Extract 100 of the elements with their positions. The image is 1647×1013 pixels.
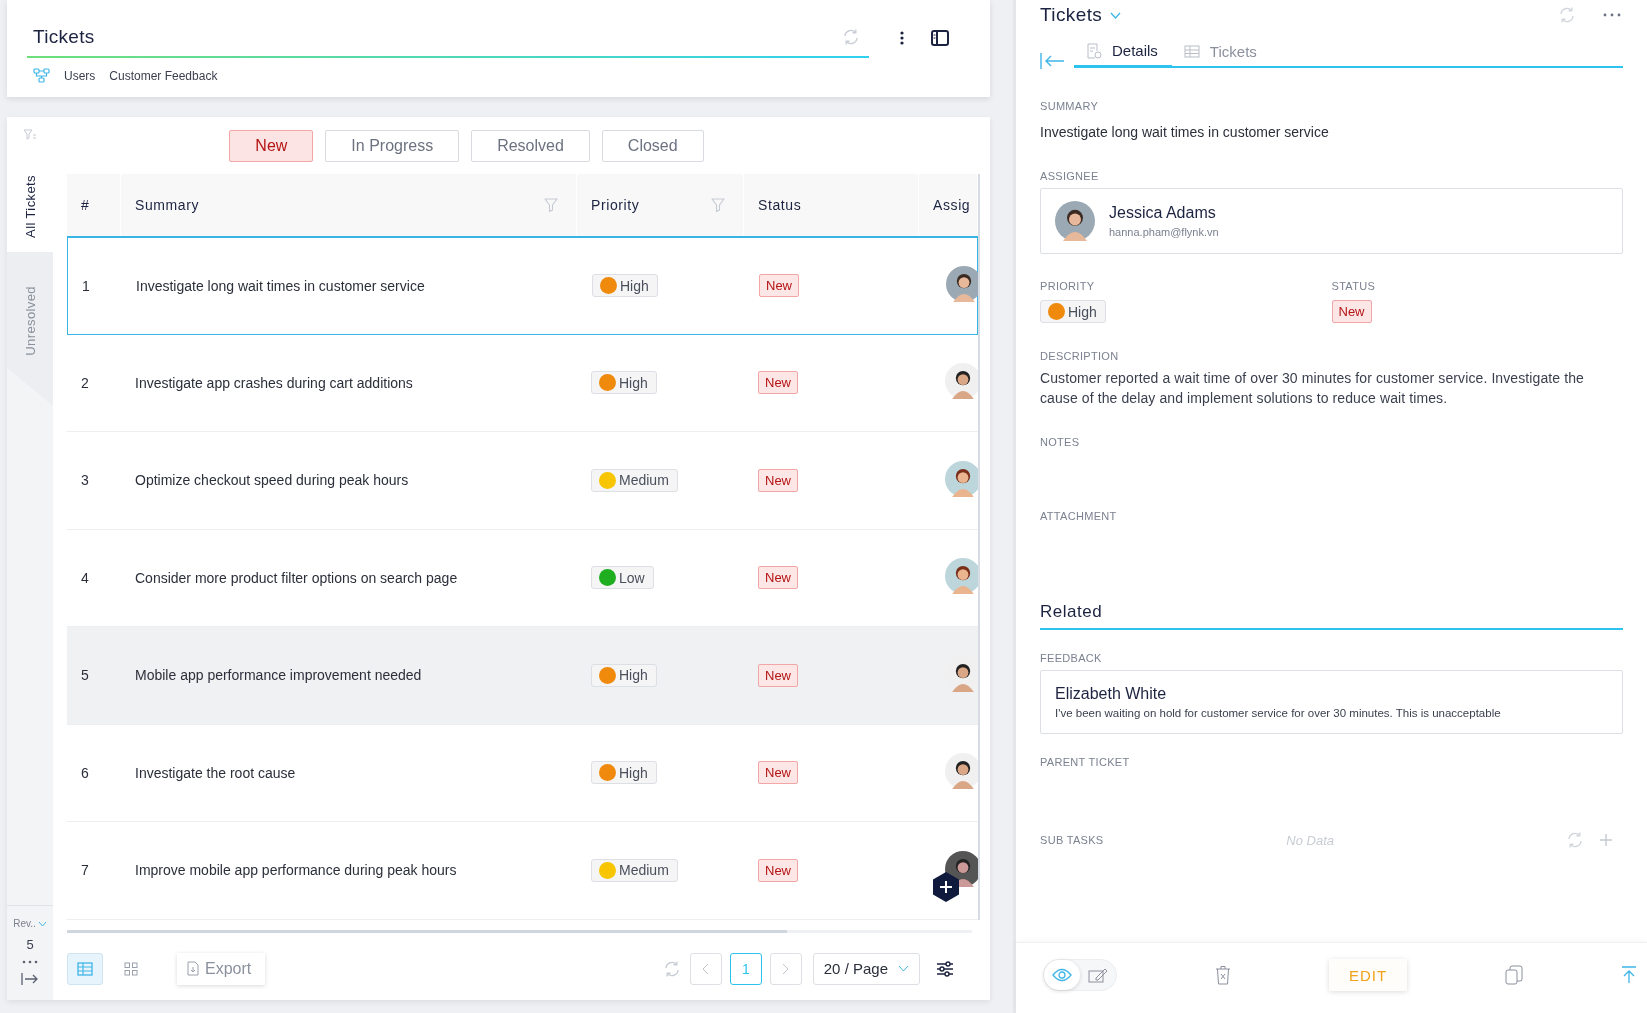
more-icon[interactable] — [899, 30, 905, 46]
description-text: Customer reported a wait time of over 30 minutes for customer service. Investigate the cause of the delay and implement solutions to reduce wait times. — [1040, 369, 1585, 408]
field-label: ASSIGNEE — [1040, 170, 1100, 182]
page-title: Tickets — [33, 26, 95, 48]
row-number: 3 — [81, 472, 89, 489]
field-label: PRIORITY — [1040, 280, 1096, 292]
row-number: 5 — [81, 667, 89, 684]
refresh-icon[interactable] — [1557, 5, 1577, 25]
panel-icon[interactable] — [931, 30, 949, 46]
priority-tag: High — [592, 274, 658, 298]
edit-icon — [1088, 967, 1108, 983]
field-label: STATUS — [1331, 280, 1377, 292]
priority-tag: High — [1040, 300, 1106, 323]
summary-cell[interactable]: Improve mobile app performance during peak hours — [135, 862, 457, 879]
table-row[interactable]: 1 Investigate long wait times in customer service High New — [67, 237, 978, 335]
refresh-icon[interactable] — [841, 27, 861, 47]
priority-tag: High — [591, 761, 657, 785]
avatar-icon — [945, 460, 978, 497]
status-tag: New — [758, 858, 798, 882]
table-row[interactable]: 3 Optimize checkout speed during peak hours Medium New — [67, 432, 978, 530]
summary-cell[interactable]: Investigate long wait times in customer service — [136, 277, 425, 294]
field-label: SUMMARY — [1040, 100, 1100, 112]
feedback-card[interactable]: Elizabeth White I've been waiting on hold for customer service for over 30 minutes. This is unacceptable — [1040, 670, 1623, 734]
assignee-card[interactable]: Jessica Adams hanna.pham@flynk.vn — [1040, 188, 1623, 254]
priority-tag: High — [591, 371, 657, 395]
panel-tab[interactable]: Details — [1074, 42, 1172, 68]
priority-tag: Low — [591, 566, 654, 590]
settings-icon[interactable] — [936, 960, 954, 977]
view-label[interactable]: Rev.. — [13, 918, 36, 929]
column-header: Summary — [135, 197, 200, 213]
status-tag: New — [758, 468, 798, 492]
next-page-button[interactable] — [769, 952, 802, 985]
table-icon — [1183, 44, 1200, 58]
summary-cell[interactable]: Investigate app crashes during cart additions — [135, 374, 413, 391]
table-view-button[interactable] — [67, 952, 103, 985]
scroll-top-icon[interactable] — [1621, 966, 1637, 984]
table-row[interactable]: 7 Improve mobile app performance during peak hours Medium New — [67, 822, 978, 920]
chevron-right-icon — [782, 962, 790, 975]
assignee-name: Jessica Adams — [1109, 204, 1217, 222]
summary-cell[interactable]: Mobile app performance improvement needed — [135, 667, 422, 684]
table-row[interactable]: 2 Investigate app crashes during cart additions High New — [67, 334, 978, 432]
add-icon[interactable] — [1599, 833, 1613, 847]
row-number: 2 — [81, 374, 89, 391]
avatar-icon — [1055, 201, 1095, 241]
priority-tag: High — [591, 663, 657, 687]
avatar-icon — [945, 363, 978, 400]
hierarchy-icon[interactable] — [33, 68, 50, 83]
add-button[interactable] — [931, 870, 961, 903]
row-number: 7 — [81, 862, 89, 879]
status-tag: New — [1331, 300, 1372, 323]
breadcrumb-link[interactable]: Customer Feedback — [109, 68, 218, 83]
row-number: 6 — [81, 764, 89, 781]
filter-icon[interactable] — [711, 198, 725, 212]
sidebar-tab[interactable]: All Tickets — [7, 151, 53, 252]
status-tag: New — [758, 371, 798, 395]
priority-tag: Medium — [591, 858, 678, 882]
status-tag: New — [759, 274, 799, 298]
refresh-icon[interactable] — [1565, 830, 1585, 850]
feedback-author: Elizabeth White — [1055, 685, 1168, 703]
page-size-select[interactable]: 20 / Page — [812, 952, 920, 985]
status-filter-button[interactable]: Resolved — [471, 130, 590, 162]
field-label: PARENT TICKET — [1040, 756, 1131, 768]
field-label: NOTES — [1040, 436, 1081, 448]
view-mode-button[interactable] — [1044, 960, 1080, 990]
chevron-down-icon[interactable] — [1110, 11, 1122, 19]
status-filter-button[interactable]: In Progress — [325, 130, 460, 162]
section-heading: Related — [1040, 602, 1623, 630]
table-row[interactable]: 6 Investigate the root cause High New — [67, 724, 978, 822]
feedback-text: I've been waiting on hold for customer service for over 30 minutes. This is unacceptable — [1055, 707, 1502, 719]
filter-list-icon[interactable] — [23, 129, 37, 141]
table-row[interactable]: 5 Mobile app performance improvement needed High New — [67, 627, 978, 725]
row-number: 1 — [82, 277, 90, 294]
status-filter-button[interactable]: New — [229, 130, 314, 162]
filter-icon[interactable] — [544, 198, 558, 212]
column-header: Assig — [933, 197, 971, 213]
avatar-icon — [945, 558, 978, 595]
chevron-left-icon — [702, 962, 710, 975]
field-label: ATTACHMENT — [1040, 510, 1118, 522]
file-icon — [187, 961, 199, 976]
chevron-down-icon — [898, 965, 909, 972]
panel-title[interactable]: Tickets — [1040, 4, 1103, 26]
document-icon — [1086, 42, 1102, 59]
trash-icon[interactable] — [1214, 965, 1231, 985]
grid-view-icon — [124, 961, 138, 976]
status-tag: New — [758, 663, 798, 687]
summary-cell[interactable]: Consider more product filter options on search page — [135, 569, 458, 586]
status-filter-button[interactable]: Closed — [601, 130, 704, 162]
summary-cell[interactable]: Optimize checkout speed during peak hours — [135, 472, 409, 489]
summary-cell[interactable]: Investigate the root cause — [135, 764, 296, 781]
previous-page-button[interactable] — [689, 952, 722, 985]
status-tag: New — [758, 761, 798, 785]
copy-icon[interactable] — [1505, 965, 1524, 985]
table-view-icon — [77, 961, 93, 976]
back-icon[interactable] — [1040, 52, 1066, 70]
chevron-down-icon[interactable] — [37, 920, 47, 927]
column-header: # — [81, 197, 90, 213]
collapse-icon[interactable] — [21, 972, 39, 986]
breadcrumb-link[interactable]: Users — [64, 68, 96, 83]
eye-icon — [1052, 968, 1072, 982]
summary-text: Investigate long wait times in customer service — [1040, 124, 1330, 140]
